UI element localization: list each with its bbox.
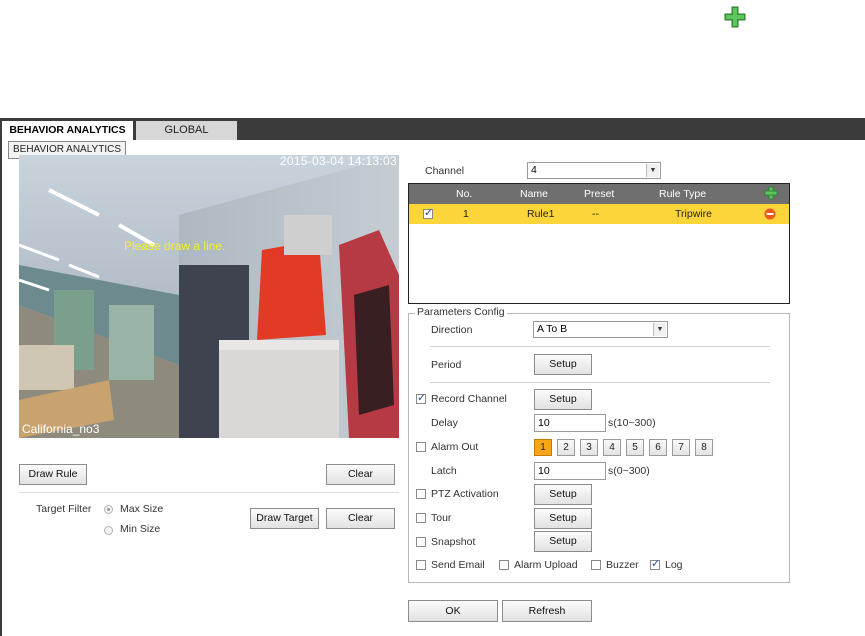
alarm-output-1[interactable]: 1 bbox=[534, 439, 552, 456]
alarm-output-8[interactable]: 8 bbox=[695, 439, 713, 456]
ptz-activation-checkbox[interactable] bbox=[416, 489, 426, 499]
send-email-label: Send Email bbox=[431, 559, 485, 571]
table-header: No. Name Preset Rule Type bbox=[409, 184, 789, 204]
refresh-button[interactable]: Refresh bbox=[502, 600, 592, 622]
snapshot-label: Snapshot bbox=[431, 536, 476, 548]
delay-input[interactable]: 10 bbox=[534, 414, 606, 432]
col-no: No. bbox=[456, 188, 473, 200]
send-email-checkbox[interactable] bbox=[416, 560, 426, 570]
direction-select[interactable]: A To B ▼ bbox=[533, 321, 668, 338]
buzzer-checkbox[interactable] bbox=[591, 560, 601, 570]
tour-checkbox[interactable] bbox=[416, 513, 426, 523]
rule-checkbox[interactable] bbox=[423, 206, 433, 219]
period-label: Period bbox=[431, 359, 462, 371]
video-timestamp: 2015-03-04 14:13:03 bbox=[279, 155, 397, 168]
alarm-upload-checkbox[interactable] bbox=[499, 560, 509, 570]
delay-range: s(10~300) bbox=[608, 417, 656, 429]
ptz-setup-button[interactable]: Setup bbox=[534, 484, 592, 505]
delay-label: Delay bbox=[431, 417, 458, 429]
latch-range: s(0~300) bbox=[608, 465, 650, 477]
rule-type: Tripwire bbox=[675, 208, 712, 220]
min-size-radio[interactable] bbox=[104, 526, 113, 535]
table-row[interactable]: 1 Rule1 -- Tripwire bbox=[409, 204, 789, 224]
direction-label: Direction bbox=[431, 324, 473, 336]
delete-icon[interactable] bbox=[764, 208, 776, 223]
chevron-down-icon: ▼ bbox=[653, 323, 666, 336]
alarm-output-3[interactable]: 3 bbox=[580, 439, 598, 456]
alarm-output-6[interactable]: 6 bbox=[649, 439, 667, 456]
max-size-radio[interactable] bbox=[104, 505, 113, 514]
record-channel-setup-button[interactable]: Setup bbox=[534, 389, 592, 410]
max-size-label: Max Size bbox=[120, 503, 164, 515]
rule-table: No. Name Preset Rule Type 1 Rule1 -- Tri… bbox=[408, 183, 790, 304]
chevron-down-icon: ▼ bbox=[646, 164, 659, 177]
log-label: Log bbox=[665, 559, 683, 571]
alarm-output-4[interactable]: 4 bbox=[603, 439, 621, 456]
log-checkbox[interactable] bbox=[650, 557, 660, 570]
buzzer-label: Buzzer bbox=[606, 559, 639, 571]
alarm-output-5[interactable]: 5 bbox=[626, 439, 644, 456]
snapshot-setup-button[interactable]: Setup bbox=[534, 531, 592, 552]
rule-name: Rule1 bbox=[527, 208, 555, 220]
rule-no: 1 bbox=[463, 208, 469, 220]
alarm-output-2[interactable]: 2 bbox=[557, 439, 575, 456]
tab-bar: BEHAVIOR ANALYTICS GLOBAL bbox=[0, 118, 865, 140]
target-filter-label: Target Filter bbox=[36, 503, 92, 515]
alarm-upload-label: Alarm Upload bbox=[514, 559, 578, 571]
parameters-config-legend: Parameters Config bbox=[415, 306, 507, 318]
clear-rule-button[interactable]: Clear bbox=[326, 464, 395, 485]
ptz-activation-label: PTZ Activation bbox=[431, 488, 499, 500]
col-preset: Preset bbox=[584, 188, 615, 200]
draw-hint: Please draw a line. bbox=[124, 239, 226, 253]
tour-setup-button[interactable]: Setup bbox=[534, 508, 592, 529]
draw-target-button[interactable]: Draw Target bbox=[250, 508, 319, 529]
alarm-output-7[interactable]: 7 bbox=[672, 439, 690, 456]
camera-name: California_no3 bbox=[22, 422, 100, 436]
rule-preset: -- bbox=[592, 208, 599, 220]
min-size-label: Min Size bbox=[120, 523, 161, 535]
channel-select[interactable]: 4 ▼ bbox=[527, 162, 661, 179]
snapshot-checkbox[interactable] bbox=[416, 537, 426, 547]
period-setup-button[interactable]: Setup bbox=[534, 354, 592, 375]
divider bbox=[430, 346, 770, 347]
add-icon[interactable] bbox=[723, 5, 747, 29]
col-name: Name bbox=[520, 188, 549, 200]
tab-global[interactable]: GLOBAL bbox=[136, 121, 237, 140]
record-channel-checkbox[interactable] bbox=[416, 391, 426, 404]
divider bbox=[19, 492, 399, 493]
channel-value: 4 bbox=[531, 164, 537, 176]
latch-label: Latch bbox=[431, 465, 457, 477]
clear-target-button[interactable]: Clear bbox=[326, 508, 395, 529]
divider bbox=[430, 382, 770, 383]
alarm-out-label: Alarm Out bbox=[431, 441, 479, 453]
record-channel-label: Record Channel bbox=[431, 393, 507, 405]
alarm-out-checkbox[interactable] bbox=[416, 442, 426, 452]
col-rule-type: Rule Type bbox=[659, 188, 707, 200]
draw-rule-button[interactable]: Draw Rule bbox=[19, 464, 87, 485]
tour-label: Tour bbox=[431, 512, 452, 524]
camera-scene bbox=[19, 155, 399, 438]
tab-behavior-analytics[interactable]: BEHAVIOR ANALYTICS bbox=[2, 121, 133, 140]
ok-button[interactable]: OK bbox=[408, 600, 498, 622]
add-rule-icon[interactable] bbox=[764, 186, 778, 203]
channel-label: Channel bbox=[425, 165, 465, 177]
latch-input[interactable]: 10 bbox=[534, 462, 606, 480]
video-preview[interactable]: 2015-03-04 14:13:03 Please draw a line. … bbox=[19, 155, 399, 438]
direction-value: A To B bbox=[537, 323, 568, 335]
